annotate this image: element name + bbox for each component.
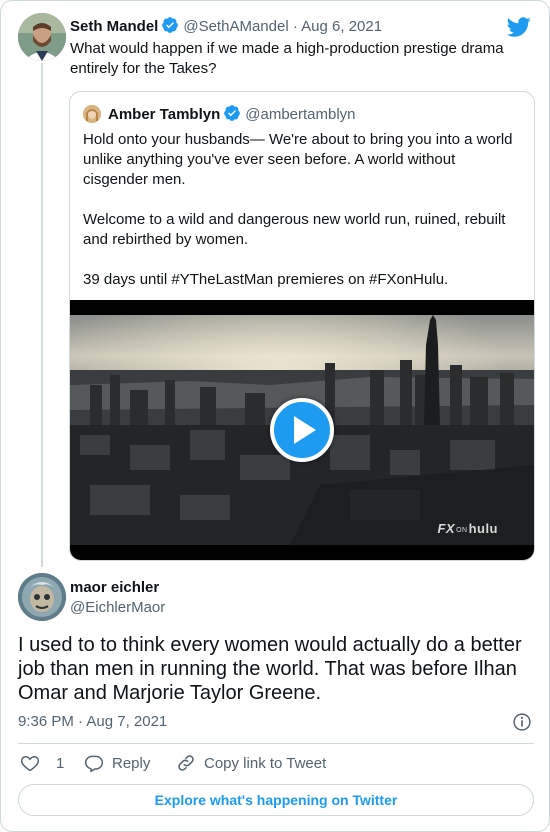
divider [18,743,534,744]
heart-icon [20,755,40,772]
main-author-handle[interactable]: @EichlerMaor [70,599,165,616]
play-button[interactable] [270,398,334,462]
quoted-paragraph: 39 days until #YTheLastMan premieres on … [83,271,449,288]
top-tweet-text: What would happen if we made a high-prod… [70,40,504,77]
link-icon [178,755,194,771]
verified-badge-icon [224,105,241,121]
tweet-date[interactable]: Aug 6, 2021 [301,18,382,35]
maor-eichler-avatar[interactable] [18,573,66,621]
seth-mandel-avatar[interactable] [18,13,66,61]
copy-link-label: Copy link to Tweet [204,754,327,772]
main-author-name[interactable]: maor eichler [70,579,159,596]
twitter-bird-icon[interactable] [507,15,531,39]
like-button[interactable]: 1 [20,753,64,773]
verified-badge-icon [162,17,179,33]
top-tweet-header: Seth Mandel @SethAMandel · Aug 6, 2021 [70,16,382,35]
video-player[interactable]: FXONhulu [70,300,534,560]
on-logo-text: ON [456,527,468,534]
author-handle[interactable]: @SethAMandel [183,18,288,35]
header-separator: · [288,18,302,35]
thread-connector-line [41,63,43,567]
amber-tamblyn-avatar[interactable] [83,105,101,123]
tweet-timestamp[interactable]: 9:36 PM · Aug 7, 2021 [18,713,167,730]
quoted-tweet-text: Hold onto your husbands— We're about to … [83,130,523,310]
quoted-tweet-header: Amber Tamblyn @ambertamblyn [108,104,356,123]
quoted-paragraph: Hold onto your husbands— We're about to … [83,131,513,188]
hulu-logo-text: hulu [468,521,498,536]
copy-link-button[interactable]: Copy link to Tweet [176,753,326,773]
main-tweet-text: I used to to think every women would act… [18,634,522,704]
quoted-author-handle[interactable]: @ambertamblyn [245,106,355,123]
quoted-author-name[interactable]: Amber Tamblyn [108,106,220,123]
explore-twitter-button[interactable]: Explore what's happening on Twitter [18,784,534,816]
author-name[interactable]: Seth Mandel [70,18,158,35]
reply-label: Reply [112,754,151,772]
fx-logo-text: FX [437,521,456,536]
quoted-tweet[interactable]: Amber Tamblyn @ambertamblyn Hold onto you… [69,91,535,561]
quoted-paragraph: Welcome to a wild and dangerous new worl… [83,211,506,248]
reply-button[interactable]: Reply [84,753,150,773]
fx-on-hulu-logo: FXONhulu [437,521,498,536]
info-icon[interactable] [512,712,532,732]
like-count: 1 [56,754,65,772]
tweet-embed-card: Seth Mandel @SethAMandel · Aug 6, 2021 Wh… [0,0,550,832]
reply-bubble-icon [84,755,104,773]
play-icon [294,416,316,444]
